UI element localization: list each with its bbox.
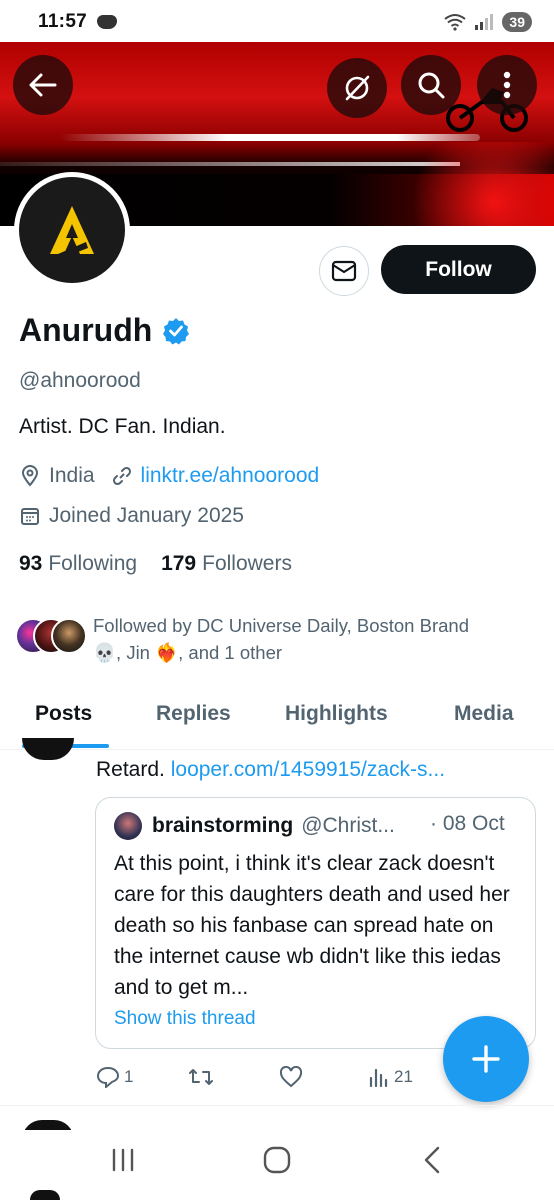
home-icon <box>263 1146 291 1174</box>
following-label: Following <box>48 552 138 575</box>
discord-icon <box>97 15 118 29</box>
compose-button[interactable] <box>443 1016 529 1102</box>
wifi-icon <box>444 14 467 31</box>
profile-tabs: Posts Replies Highlights Media <box>0 690 554 750</box>
banner-streak <box>60 134 480 141</box>
grok-button[interactable] <box>327 58 387 118</box>
tweet-link[interactable]: looper.com/1459915/zack-s... <box>171 758 445 781</box>
message-button[interactable] <box>319 246 369 296</box>
tab-highlights[interactable]: Highlights <box>285 702 388 726</box>
plus-icon <box>472 1045 500 1073</box>
search-button[interactable] <box>401 55 461 115</box>
next-tweet-peek <box>30 1190 60 1200</box>
followed-by[interactable]: Followed by DC Universe Daily, Boston Br… <box>15 612 523 666</box>
followed-by-line: 💀, Jin ❤️‍🔥, and 1 other <box>93 642 283 663</box>
followers-stat[interactable]: 179 Followers <box>161 552 292 576</box>
name-row: Anurudh <box>19 312 190 349</box>
followed-by-line: Followed by DC Universe Daily, Boston Br… <box>93 615 469 636</box>
quoted-tweet[interactable]: brainstorming @Christ... · 08 Oct At thi… <box>95 797 536 1049</box>
avatar-image <box>19 177 125 283</box>
reply-count: 1 <box>124 1067 134 1086</box>
following-count: 93 <box>19 552 43 575</box>
profile-meta-joined: Joined January 2025 <box>19 504 244 528</box>
followers-label: Followers <box>202 552 292 575</box>
followers-count: 179 <box>161 552 197 575</box>
tweet-text: Retard. looper.com/1459915/zack-s... <box>96 758 445 782</box>
retweet-icon <box>189 1069 213 1085</box>
profile-bio: Artist. DC Fan. Indian. <box>19 415 226 438</box>
back-nav-button[interactable] <box>402 1142 462 1178</box>
heart-icon <box>279 1066 303 1088</box>
location-icon <box>19 465 41 487</box>
recent-apps-icon <box>112 1148 134 1172</box>
follower-avatars <box>15 618 89 658</box>
calendar-icon <box>19 505 41 527</box>
tweet-avatar[interactable] <box>22 738 74 760</box>
profile-website-link[interactable]: linktr.ee/ahnoorood <box>141 464 320 488</box>
quote-header: brainstorming @Christ... <box>114 812 395 840</box>
quote-author-name: brainstorming <box>152 814 294 837</box>
android-navigation-bar <box>0 1130 554 1190</box>
followed-by-text: Followed by DC Universe Daily, Boston Br… <box>93 612 523 666</box>
home-button[interactable] <box>247 1142 307 1178</box>
arrow-left-icon <box>29 73 57 97</box>
profile-joined: Joined January 2025 <box>49 504 244 527</box>
tweet-divider <box>0 1105 554 1106</box>
mail-icon <box>331 260 357 282</box>
status-right: 39 <box>444 12 532 32</box>
views-count: 21 <box>394 1067 413 1086</box>
status-bar: 11:57 39 <box>0 0 554 44</box>
quote-avatar <box>114 812 142 840</box>
retweet-action[interactable] <box>188 1066 214 1088</box>
quote-author-handle: @Christ... <box>301 814 395 837</box>
reply-action[interactable]: 1 <box>96 1066 133 1088</box>
grok-icon <box>345 75 370 101</box>
profile-handle: @ahnoorood <box>19 369 141 392</box>
link-icon <box>111 465 133 487</box>
follower-avatar <box>51 618 87 654</box>
banner-glow <box>394 142 554 226</box>
recent-apps-button[interactable] <box>93 1142 153 1178</box>
views-icon <box>369 1068 388 1088</box>
tweet-text-prefix: Retard. <box>96 758 165 781</box>
status-time: 11:57 <box>38 11 88 32</box>
profile-avatar[interactable] <box>14 172 130 288</box>
back-button[interactable] <box>13 55 73 115</box>
profile-name: Anurudh <box>19 312 153 348</box>
quote-date: · 08 Oct <box>430 812 505 835</box>
profile-meta-location: India linktr.ee/ahnoorood <box>19 464 319 488</box>
views-action[interactable]: 21 <box>368 1066 413 1088</box>
follow-button[interactable]: Follow <box>381 245 536 294</box>
chevron-left-icon <box>424 1146 440 1174</box>
verified-badge-icon[interactable] <box>162 317 190 345</box>
more-vertical-icon <box>503 71 511 99</box>
search-icon <box>418 72 445 99</box>
more-button[interactable] <box>477 55 537 115</box>
banner-streak <box>0 162 460 166</box>
show-thread-link[interactable]: Show this thread <box>114 1008 256 1030</box>
tab-posts[interactable]: Posts <box>35 702 92 726</box>
reply-icon <box>96 1066 120 1088</box>
tab-media[interactable]: Media <box>454 702 514 726</box>
like-action[interactable] <box>279 1066 303 1088</box>
battery-badge: 39 <box>502 12 532 32</box>
signal-icon <box>475 14 494 30</box>
profile-stats: 93 Following 179 Followers <box>19 552 292 576</box>
profile-location: India <box>49 464 95 487</box>
tab-replies[interactable]: Replies <box>156 702 231 726</box>
quote-body: At this point, i think it's clear zack d… <box>114 852 510 999</box>
following-stat[interactable]: 93 Following <box>19 552 137 576</box>
logo-icon <box>50 206 94 258</box>
